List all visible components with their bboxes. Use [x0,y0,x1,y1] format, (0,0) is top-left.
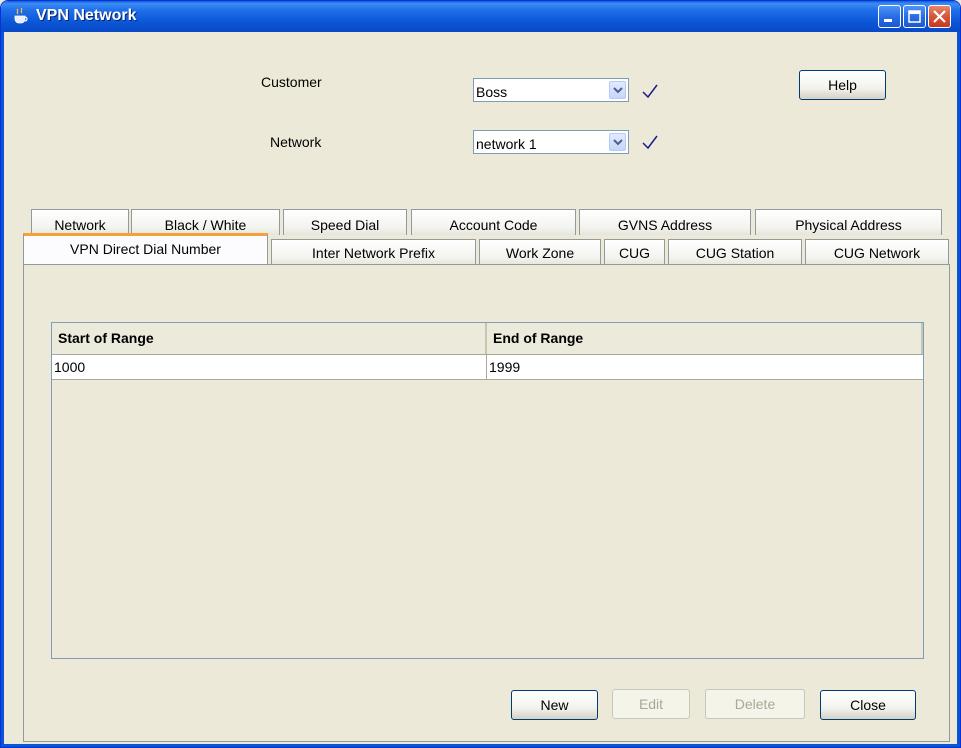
window-frame-right [957,32,960,747]
customer-check-icon [642,84,658,99]
tab-cug-station[interactable]: CUG Station [668,239,802,265]
column-header-end-of-range[interactable]: End of Range [487,323,923,354]
delete-button[interactable]: Delete [705,689,805,719]
cell-start-of-range[interactable]: 1000 [52,355,487,379]
tab-vpn-direct-dial-number[interactable]: VPN Direct Dial Number [23,233,268,264]
maximize-button[interactable] [903,5,926,28]
tab-work-zone[interactable]: Work Zone [479,239,601,265]
tab-cug-network[interactable]: CUG Network [805,239,949,265]
tab-physical-address[interactable]: Physical Address [755,209,942,235]
chevron-down-icon[interactable] [609,133,626,151]
column-header-start-of-range[interactable]: Start of Range [52,323,487,354]
new-button[interactable]: New [511,690,598,720]
tab-account-code[interactable]: Account Code [411,209,576,235]
close-icon [933,10,946,23]
network-combobox[interactable]: network 1 [473,130,629,154]
customer-combobox[interactable]: Boss [473,78,629,102]
tab-black-white[interactable]: Black / White [131,209,280,235]
close-button[interactable]: Close [820,690,916,720]
tab-speed-dial[interactable]: Speed Dial [283,209,407,235]
delete-button-label: Delete [734,696,776,712]
help-button[interactable]: Help [799,70,886,100]
range-table[interactable]: Start of Range End of Range 1000 1999 [51,322,924,659]
window-title: VPN Network [36,7,137,24]
table-row[interactable]: 1000 1999 [52,355,923,380]
maximize-icon [908,10,921,23]
close-button-label: Close [850,697,886,713]
minimize-button[interactable] [878,5,901,28]
tab-gvns-address[interactable]: GVNS Address [579,209,751,235]
tab-inter-network-prefix[interactable]: Inter Network Prefix [271,239,476,265]
network-value: network 1 [476,136,537,152]
close-window-button[interactable] [928,5,951,28]
new-button-label: New [540,697,569,713]
chevron-down-icon[interactable] [609,81,626,99]
window-frame-bottom [1,744,960,747]
network-label: Network [270,134,322,150]
edit-button-label: Edit [638,696,664,712]
table-header: Start of Range End of Range [52,323,923,355]
java-cup-icon [14,7,28,24]
minimize-icon [884,19,892,22]
tab-cug[interactable]: CUG [604,239,665,265]
vpn-network-window: VPN Network Customer Boss Help Network n… [0,0,961,748]
title-bar[interactable]: VPN Network [1,1,960,32]
tab-network[interactable]: Network [31,209,129,235]
window-frame-left [1,32,4,747]
network-check-icon [642,135,658,150]
cell-end-of-range[interactable]: 1999 [487,355,923,379]
edit-button[interactable]: Edit [612,689,690,719]
customer-label: Customer [261,74,322,90]
help-button-label: Help [828,77,857,93]
customer-value: Boss [476,84,508,100]
